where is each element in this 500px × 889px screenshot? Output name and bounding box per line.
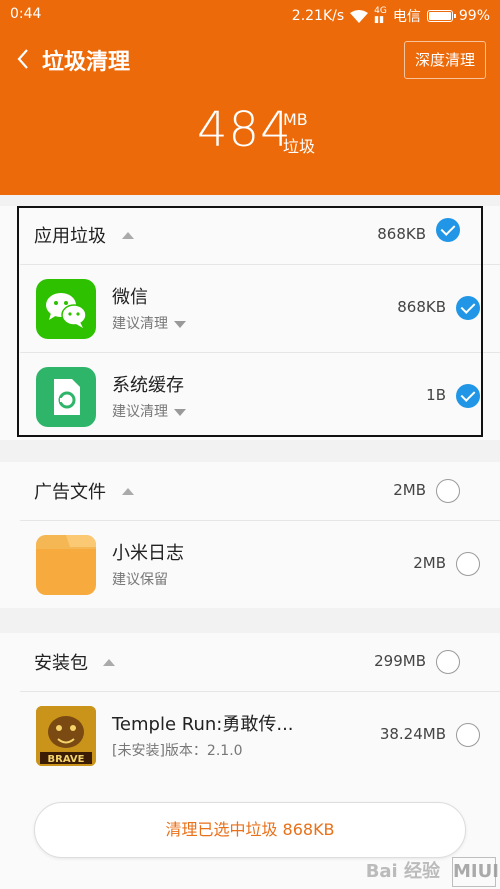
- temple-run-icon: BRAVE: [36, 706, 96, 766]
- section-ad-files: 广告文件 2MB 小米日志 建议保留 2MB: [0, 462, 500, 608]
- section-title: 安装包: [34, 653, 88, 674]
- list-item[interactable]: 小米日志 建议保留 2MB: [20, 520, 500, 608]
- total-value: 484: [197, 102, 292, 158]
- wifi-icon: [350, 9, 369, 23]
- back-arrow-icon[interactable]: [14, 46, 34, 72]
- status-right: 2.21K/s 4G ▮▮ 电信 99%: [292, 6, 490, 26]
- section-size: 299MB: [374, 652, 426, 670]
- item-hint: 建议保留: [112, 572, 168, 588]
- section-checkbox[interactable]: [436, 650, 460, 674]
- section-title: 广告文件: [34, 482, 106, 503]
- top-bar: 垃圾清理 深度清理: [0, 38, 500, 82]
- item-hint-text: 建议清理: [112, 316, 168, 332]
- item-size: 38.24MB: [379, 725, 446, 743]
- item-name: Temple Run:勇敢传...: [112, 714, 294, 735]
- list-item[interactable]: 微信 建议清理 868KB: [20, 264, 500, 352]
- list-item[interactable]: BRAVE Temple Run:勇敢传... [未安装]版本：2.1.0 38…: [20, 691, 500, 779]
- section-app-junk: 应用垃圾 868KB 微信 建议清理 868KB 系统缓存 建议清理 1B: [0, 206, 500, 440]
- clean-selected-button[interactable]: 清理已选中垃圾 868KB: [34, 802, 466, 858]
- item-size: 2MB: [413, 554, 446, 572]
- item-name: 小米日志: [112, 543, 184, 564]
- status-bar: 0:44 2.21K/s 4G ▮▮ 电信 99%: [0, 0, 500, 30]
- total-label: 垃圾: [283, 137, 316, 156]
- network-speed: 2.21K/s: [291, 8, 345, 24]
- item-size: 1B: [426, 386, 446, 404]
- item-name: 系统缓存: [112, 375, 184, 396]
- watermark: Bai 经验: [365, 861, 440, 882]
- collapse-icon[interactable]: [103, 659, 115, 666]
- battery-icon: [426, 10, 456, 22]
- section-size: 868KB: [377, 225, 426, 243]
- section-size: 2MB: [393, 481, 426, 499]
- carrier-label: 电信: [392, 9, 421, 25]
- header: 0:44 2.21K/s 4G ▮▮ 电信 99% 垃圾清理 深度清理 484 M…: [0, 0, 500, 195]
- signal-icon: 4G ▮▮: [374, 6, 387, 25]
- svg-text:BRAVE: BRAVE: [48, 754, 85, 765]
- folder-icon: [36, 535, 96, 595]
- page-title: 垃圾清理: [42, 50, 131, 75]
- item-checkbox[interactable]: [456, 723, 480, 747]
- item-name: 微信: [112, 287, 148, 308]
- section-header[interactable]: 广告文件 2MB: [0, 462, 500, 520]
- system-cache-icon: [36, 367, 96, 427]
- wechat-icon: [36, 279, 96, 339]
- section-header[interactable]: 应用垃圾 868KB: [0, 206, 500, 264]
- item-checkbox[interactable]: [456, 384, 480, 408]
- item-hint: [未安装]版本：2.1.0: [112, 743, 243, 759]
- miui-badge: MIUI: [452, 857, 499, 887]
- deep-clean-button[interactable]: 深度清理: [403, 41, 486, 79]
- section-checkbox[interactable]: [436, 479, 460, 503]
- dropdown-icon: [174, 408, 186, 416]
- total-unit: MB: [283, 110, 308, 129]
- item-hint[interactable]: 建议清理: [112, 313, 186, 333]
- status-time: 0:44: [10, 6, 42, 22]
- section-checkbox[interactable]: [436, 218, 460, 242]
- dropdown-icon: [174, 320, 186, 328]
- collapse-icon[interactable]: [122, 232, 134, 239]
- item-hint[interactable]: 建议清理: [112, 401, 186, 421]
- section-header[interactable]: 安装包 299MB: [0, 633, 500, 691]
- item-hint-text: 建议清理: [112, 404, 168, 420]
- item-checkbox[interactable]: [456, 552, 480, 576]
- section-title: 应用垃圾: [34, 226, 106, 247]
- collapse-icon[interactable]: [122, 488, 134, 495]
- item-size: 868KB: [397, 298, 446, 316]
- item-checkbox[interactable]: [456, 296, 480, 320]
- total-junk: 484 MB 垃圾: [0, 100, 500, 170]
- battery-percent: 99%: [458, 8, 490, 24]
- list-item[interactable]: 系统缓存 建议清理 1B: [20, 352, 500, 440]
